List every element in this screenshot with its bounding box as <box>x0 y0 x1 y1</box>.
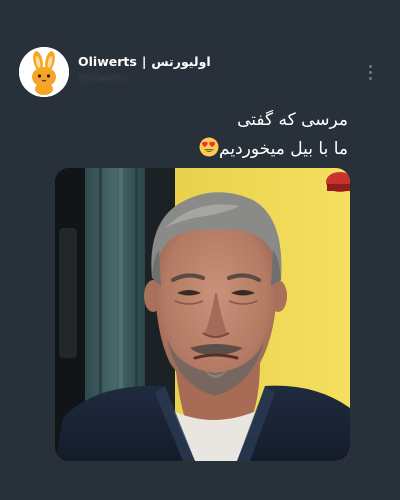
more-options-button[interactable] <box>362 60 378 84</box>
author-handle[interactable]: @oliwerts <box>78 73 132 87</box>
author-name-latin: Oliwerts <box>78 53 137 69</box>
tweet-text-line-1: مرسی که گفتی <box>237 110 348 130</box>
vertical-ellipsis-dot <box>368 76 372 80</box>
vertical-ellipsis-icon <box>368 64 372 68</box>
photo-of-man <box>55 168 350 461</box>
orange-rabbit-icon <box>19 47 69 97</box>
tweet-text-line-2: ما با بیل میخوردیم <box>48 135 348 164</box>
author-name-separator: | <box>141 53 147 69</box>
tweet-screenshot: Oliwerts | اولیورتس @oliwerts مرسی که گف… <box>0 0 400 500</box>
avatar[interactable] <box>19 47 69 97</box>
vertical-ellipsis-dot <box>368 70 372 74</box>
author-name[interactable]: Oliwerts | اولیورتس <box>78 51 211 71</box>
author-name-persian: اولیورتس <box>151 53 211 69</box>
tweet-text: مرسی که گفتی ما با بیل میخوردیم <box>48 106 348 164</box>
tweet-photo[interactable] <box>55 168 350 461</box>
heart-eyes-emoji-icon <box>199 137 219 157</box>
tweet-text-line-2-words: ما با بیل میخوردیم <box>219 139 348 159</box>
